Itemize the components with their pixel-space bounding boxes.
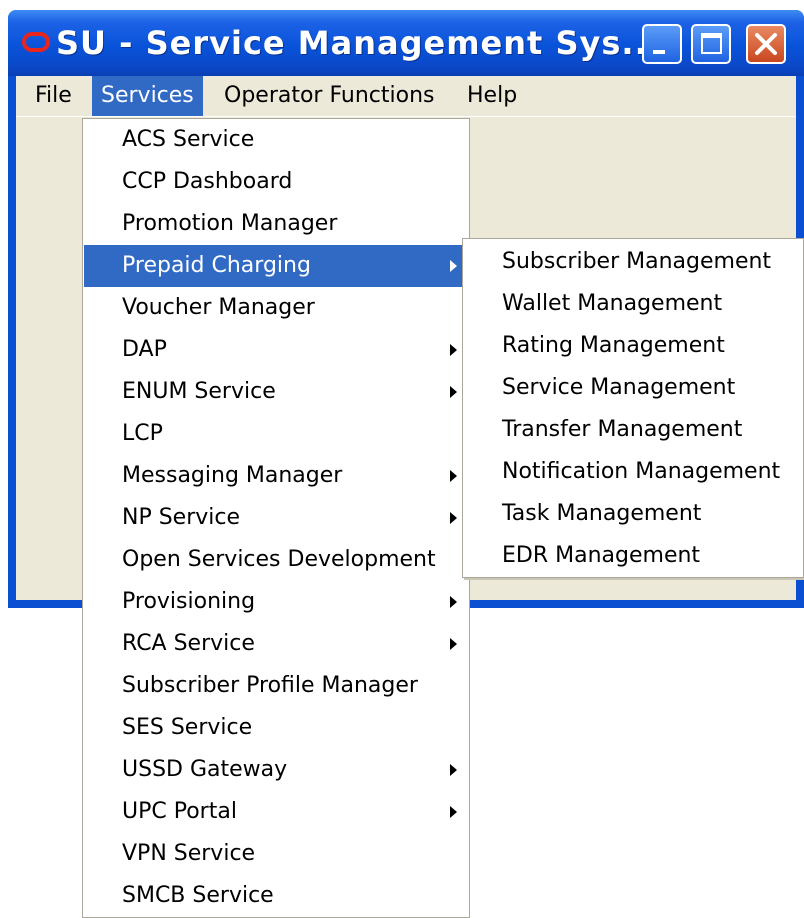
submenu-arrow-icon [450,512,457,524]
menu-item-enum-service[interactable]: ENUM Service [84,371,468,413]
submenu-item-label: Wallet Management [502,291,723,316]
menu-item-label: ACS Service [122,127,255,152]
menu-item-label: LCP [122,421,163,446]
menu-item-ccp-dashboard[interactable]: CCP Dashboard [84,161,468,203]
menu-item-label: Open Services Development [122,547,436,572]
submenu-item-service-management[interactable]: Service Management [464,367,804,409]
menu-item-vpn-service[interactable]: VPN Service [84,833,468,875]
close-icon [755,33,777,55]
menu-item-label: Voucher Manager [122,295,315,320]
menu-item-label: Messaging Manager [122,463,343,488]
submenu-item-label: Service Management [502,375,736,400]
menu-item-label: CCP Dashboard [122,169,293,194]
menu-item-label: RCA Service [122,631,255,656]
submenu-arrow-icon [450,638,457,650]
menu-item-ussd-gateway[interactable]: USSD Gateway [84,749,468,791]
menu-item-label: UPC Portal [122,799,237,824]
submenu-item-rating-management[interactable]: Rating Management [464,325,804,367]
menu-item-label: Provisioning [122,589,256,614]
menu-item-label: DAP [122,337,167,362]
maximize-button[interactable] [691,24,731,64]
menu-item-promotion-manager[interactable]: Promotion Manager [84,203,468,245]
submenu-item-label: Task Management [502,501,702,526]
menu-item-upc-portal[interactable]: UPC Portal [84,791,468,833]
menu-item-label: Subscriber Profile Manager [122,673,418,698]
submenu-item-transfer-management[interactable]: Transfer Management [464,409,804,451]
maximize-icon [701,33,722,54]
menu-item-smcb-service[interactable]: SMCB Service [84,875,468,917]
menu-item-label: ENUM Service [122,379,276,404]
menu-item-label: USSD Gateway [122,757,288,782]
menu-item-rca-service[interactable]: RCA Service [84,623,468,665]
menu-item-acs-service[interactable]: ACS Service [84,119,468,161]
submenu-item-label: EDR Management [502,543,701,568]
menu-item-subscriber-profile-manager[interactable]: Subscriber Profile Manager [84,665,468,707]
submenu-arrow-icon [450,260,457,272]
menu-item-prepaid-charging[interactable]: Prepaid Charging [84,245,468,287]
submenu-arrow-icon [450,764,457,776]
prepaid-charging-submenu: Subscriber Management Wallet Management … [462,238,804,578]
menu-operator-functions[interactable]: Operator Functions [215,76,444,116]
menu-item-np-service[interactable]: NP Service [84,497,468,539]
menu-services[interactable]: Services [92,76,203,116]
submenu-item-notification-management[interactable]: Notification Management [464,451,804,493]
menu-item-label: VPN Service [122,841,256,866]
submenu-arrow-icon [450,806,457,818]
menu-item-label: SMCB Service [122,883,274,908]
menu-file[interactable]: File [26,76,81,116]
menu-bar: File Services Operator Functions Help [16,76,796,117]
close-button[interactable] [746,24,786,64]
submenu-arrow-icon [450,344,457,356]
title-bar[interactable]: SU - Service Management Sys... [8,10,804,76]
oracle-logo-icon [22,32,50,52]
menu-item-label: Promotion Manager [122,211,338,236]
menu-item-ses-service[interactable]: SES Service [84,707,468,749]
window-title: SU - Service Management Sys... [56,24,661,62]
submenu-item-label: Notification Management [502,459,781,484]
submenu-item-label: Subscriber Management [502,249,772,274]
menu-help[interactable]: Help [458,76,526,116]
menu-item-provisioning[interactable]: Provisioning [84,581,468,623]
menu-item-label: NP Service [122,505,241,530]
submenu-item-subscriber-management[interactable]: Subscriber Management [464,241,804,283]
submenu-arrow-icon [450,470,457,482]
services-dropdown: ACS Service CCP Dashboard Promotion Mana… [82,118,470,918]
menu-item-messaging-manager[interactable]: Messaging Manager [84,455,468,497]
menu-item-label: SES Service [122,715,253,740]
minimize-button[interactable] [642,24,682,64]
submenu-arrow-icon [450,596,457,608]
submenu-arrow-icon [450,386,457,398]
submenu-item-label: Transfer Management [502,417,743,442]
submenu-item-wallet-management[interactable]: Wallet Management [464,283,804,325]
menu-item-open-services-development[interactable]: Open Services Development [84,539,468,581]
submenu-item-label: Rating Management [502,333,725,358]
submenu-item-task-management[interactable]: Task Management [464,493,804,535]
menu-item-label: Prepaid Charging [122,253,311,278]
submenu-item-edr-management[interactable]: EDR Management [464,535,804,577]
menu-item-lcp[interactable]: LCP [84,413,468,455]
minimize-icon [653,50,665,54]
menu-item-voucher-manager[interactable]: Voucher Manager [84,287,468,329]
menu-item-dap[interactable]: DAP [84,329,468,371]
